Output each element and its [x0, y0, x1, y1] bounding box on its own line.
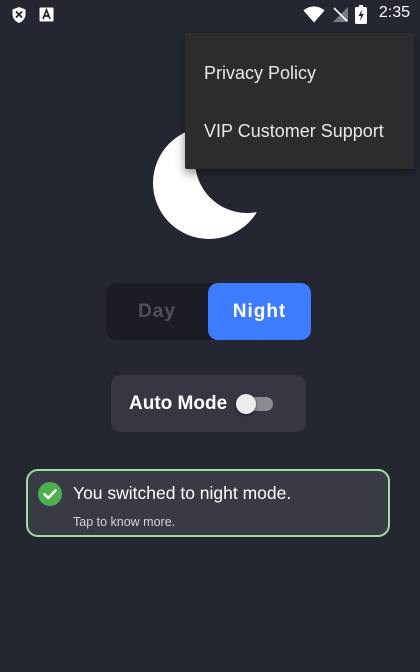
night-option[interactable]: Night [208, 283, 311, 340]
status-time: 2:35 [378, 4, 410, 21]
menu-item-privacy-policy[interactable]: Privacy Policy [185, 44, 414, 102]
battery-charging-icon [355, 5, 367, 28]
switch-thumb [236, 394, 256, 414]
menu-item-vip-support[interactable]: VIP Customer Support [185, 102, 414, 160]
auto-mode-label: Auto Mode [129, 393, 228, 414]
no-signal-icon [332, 6, 349, 27]
night-mode-toast[interactable]: You switched to night mode. Tap to know … [26, 469, 390, 537]
status-bar: 2:35 [0, 0, 420, 30]
auto-mode-switch[interactable] [236, 394, 276, 414]
shield-x-icon [11, 6, 27, 28]
toast-title: You switched to night mode. [73, 483, 292, 503]
wifi-icon [303, 6, 325, 27]
day-night-toggle: Day Night [106, 283, 311, 340]
check-circle-icon [38, 482, 62, 506]
day-option[interactable]: Day [106, 283, 208, 340]
overflow-menu: Privacy Policy VIP Customer Support [185, 33, 414, 169]
toast-subtitle: Tap to know more. [73, 515, 176, 529]
auto-mode-card: Auto Mode [111, 375, 306, 432]
text-a-icon [39, 7, 54, 26]
